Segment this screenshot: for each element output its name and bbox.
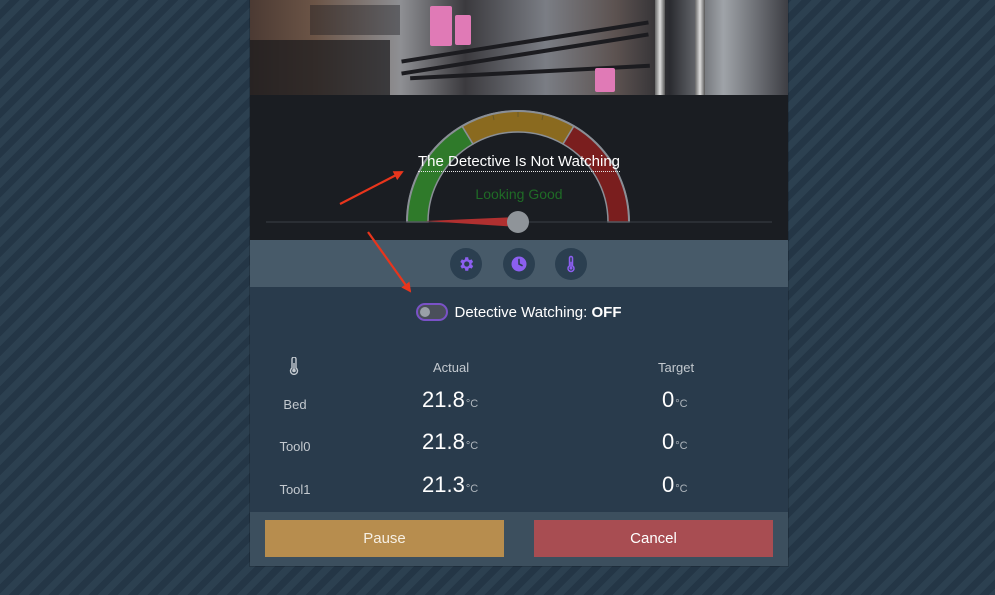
temperature-row-tool1: Tool1 21.3°C 0°C	[250, 465, 788, 505]
thermometer-icon	[289, 357, 299, 375]
gauge-status-text: Looking Good	[475, 186, 563, 202]
actual-temp: 21.3°C	[422, 472, 479, 497]
detective-toggle-state: OFF	[591, 303, 622, 321]
target-temp[interactable]: 0°C	[662, 387, 688, 413]
gauge-hub	[507, 211, 529, 233]
target-temp[interactable]: 0°C	[662, 472, 688, 498]
actual-header: Actual	[433, 360, 470, 375]
gear-icon	[460, 257, 474, 271]
print-monitor-panel: The Detective Is Not Watching Looking Go…	[250, 0, 788, 566]
row-name: Bed	[283, 397, 307, 412]
row-name: Tool0	[279, 439, 311, 454]
detective-status-link[interactable]: The Detective Is Not Watching	[250, 153, 788, 172]
temperature-button[interactable]	[555, 248, 587, 280]
clock-icon	[511, 256, 527, 272]
detective-gauge: The Detective Is Not Watching Looking Go…	[250, 95, 788, 240]
actual-temp: 21.8°C	[422, 387, 479, 412]
toggle-knob	[420, 307, 431, 317]
history-button[interactable]	[503, 248, 535, 280]
webcam-image	[250, 0, 788, 95]
cancel-button[interactable]: Cancel	[534, 520, 773, 557]
detective-toggle-label: Detective Watching: OFF	[454, 303, 622, 321]
actual-temp: 21.8°C	[422, 429, 479, 454]
action-footer: Pause Cancel	[250, 512, 788, 566]
temperature-row-bed: Bed 21.8°C 0°C	[250, 380, 788, 420]
target-temp[interactable]: 0°C	[662, 429, 688, 455]
tab-icon-bar	[250, 240, 788, 287]
settings-button[interactable]	[450, 248, 482, 280]
detective-toggle-row: Detective Watching: OFF	[250, 300, 788, 324]
temperature-row-tool0: Tool0 21.8°C 0°C	[250, 422, 788, 462]
row-name: Tool1	[279, 482, 311, 497]
pause-button[interactable]: Pause	[265, 520, 504, 557]
target-header: Target	[658, 360, 695, 375]
thermometer-icon	[567, 255, 575, 273]
detective-watching-toggle[interactable]	[416, 303, 449, 321]
